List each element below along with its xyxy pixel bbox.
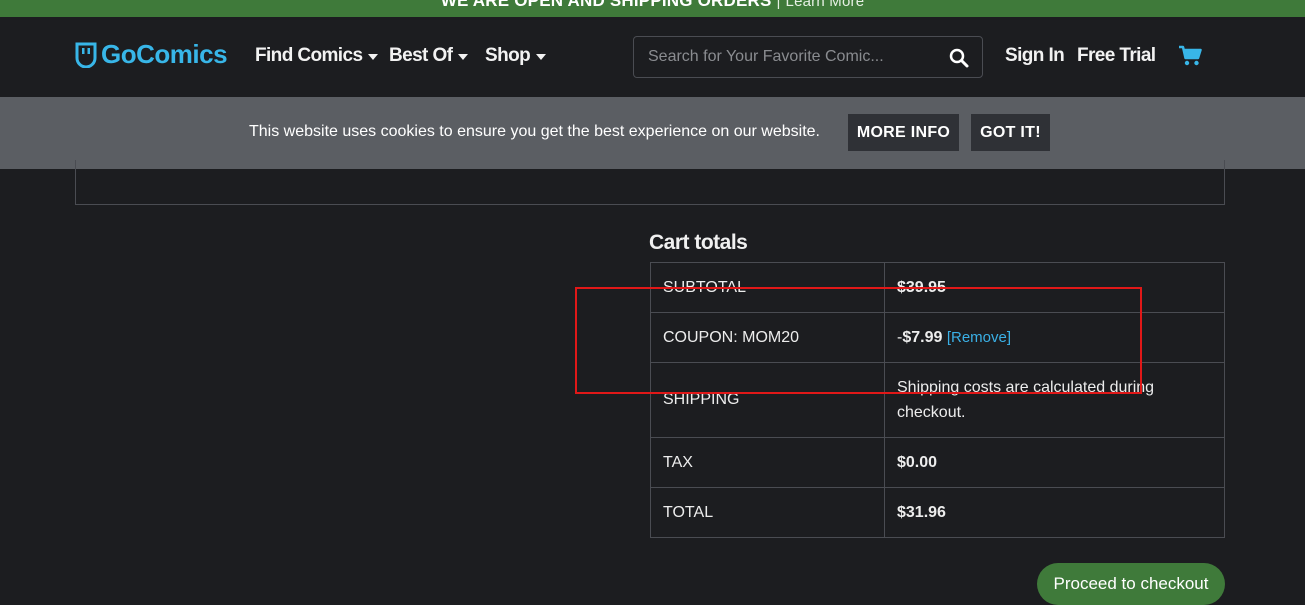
free-trial-link[interactable]: Free Trial [1077, 45, 1156, 67]
proceed-to-checkout-button[interactable]: Proceed to checkout [1037, 563, 1225, 605]
cookie-banner: This website uses cookies to ensure you … [0, 97, 1305, 169]
gocomics-logo-icon [75, 42, 97, 68]
announcement-message: WE ARE OPEN AND SHIPPING ORDERS [440, 0, 772, 10]
cookie-text: This website uses cookies to ensure you … [249, 123, 820, 140]
learn-more-link[interactable]: Learn More [786, 0, 865, 10]
nav-shop-label: Shop [485, 45, 531, 66]
search-box [633, 36, 983, 78]
cart-items-container [75, 160, 1225, 205]
chevron-down-icon [368, 54, 379, 60]
nav-find-comics-label: Find Comics [255, 45, 363, 66]
nav-shop[interactable]: Shop [485, 45, 547, 67]
nav-best-of-label: Best Of [389, 45, 453, 66]
gocomics-logo[interactable]: GoComics [75, 39, 228, 70]
tax-label: TAX [650, 437, 885, 488]
chevron-down-icon [536, 54, 547, 60]
chevron-down-icon [458, 54, 469, 60]
logo-text: GoComics [101, 39, 228, 69]
announcement-bar: WE ARE OPEN AND SHIPPING ORDERS | Learn … [0, 0, 1305, 17]
more-info-button[interactable]: MORE INFO [848, 114, 959, 151]
total-value: $31.96 [884, 487, 1225, 538]
nav-best-of[interactable]: Best Of [389, 45, 469, 67]
cart-totals-title: Cart totals [649, 231, 748, 254]
announcement-separator: | [776, 0, 781, 10]
got-it-button[interactable]: GOT IT! [971, 114, 1050, 151]
nav-find-comics[interactable]: Find Comics [255, 45, 379, 67]
search-input[interactable] [648, 47, 938, 67]
table-row-tax: TAX $0.00 [650, 437, 1225, 488]
search-icon[interactable] [948, 47, 970, 69]
sign-in-link[interactable]: Sign In [1005, 45, 1065, 67]
highlight-annotation-box [575, 287, 1142, 394]
table-row-total: TOTAL $31.96 [650, 487, 1225, 538]
cart-icon[interactable] [1178, 45, 1202, 67]
site-header: GoComics Find Comics Best Of Shop Sign I… [0, 17, 1305, 97]
total-label: TOTAL [650, 487, 885, 538]
tax-value: $0.00 [884, 437, 1225, 488]
